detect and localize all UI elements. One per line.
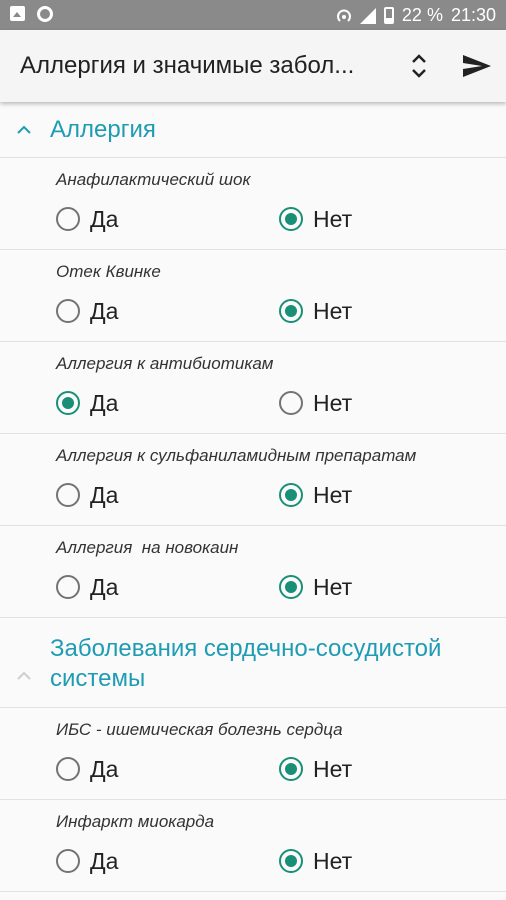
no-label: Нет — [313, 297, 353, 324]
radio-no-option[interactable]: Нет — [279, 570, 352, 604]
no-label: Нет — [313, 847, 353, 874]
question-label: Инфаркт миокарда — [56, 812, 215, 831]
chevron-up-icon[interactable] — [14, 666, 34, 686]
form-content[interactable]: Аллергия Анафилактический шок Да Нет Оте… — [0, 102, 506, 900]
radio-no-option[interactable]: Нет — [279, 844, 352, 878]
section-title-line: системы — [50, 665, 146, 692]
radio-unchecked-icon[interactable] — [56, 299, 80, 323]
radio-checked-icon[interactable] — [56, 391, 80, 415]
radio-yes-option[interactable]: Да — [56, 478, 118, 512]
section-title: Аллергия — [50, 116, 156, 143]
no-label: Нет — [313, 481, 353, 508]
signal-icon — [359, 7, 376, 24]
yes-label: Да — [90, 205, 119, 232]
yes-label: Да — [90, 847, 119, 874]
radio-no-option[interactable]: Нет — [279, 752, 352, 786]
radio-checked-icon[interactable] — [279, 483, 303, 507]
section-header-allergy[interactable]: Аллергия — [0, 102, 506, 158]
question-label: Аллергия на новокаин — [56, 538, 239, 557]
radio-checked-icon[interactable] — [279, 299, 303, 323]
radio-yes-option[interactable]: Да — [56, 844, 118, 878]
no-label: Нет — [313, 573, 353, 600]
section-header-cardio[interactable]: Заболевания сердечно-сосудистой системы — [0, 618, 506, 708]
no-label: Нет — [313, 755, 353, 782]
radio-yes-option[interactable]: Да — [56, 752, 118, 786]
question-row: Аллергия на новокаин Да Нет — [0, 526, 506, 618]
radio-yes-option[interactable]: Да — [56, 294, 118, 328]
battery-icon — [383, 7, 394, 24]
status-notifications — [10, 6, 53, 22]
app-toolbar: Аллергия и значимые забол... — [0, 30, 506, 102]
radio-yes-option[interactable]: Да — [56, 570, 118, 604]
radio-no-option[interactable]: Нет — [279, 202, 352, 236]
radio-no-option[interactable]: Нет — [279, 294, 352, 328]
question-row: Аллергия к сульфаниламидным препаратам Д… — [0, 434, 506, 526]
sort-icon[interactable] — [404, 50, 434, 82]
yes-label: Да — [90, 389, 119, 416]
radio-checked-icon[interactable] — [279, 757, 303, 781]
clock: 21:30 — [450, 5, 496, 25]
question-label: Аллергия к сульфаниламидным препаратам — [56, 446, 417, 465]
radio-unchecked-icon[interactable] — [279, 391, 303, 415]
radio-checked-icon[interactable] — [279, 207, 303, 231]
circle-notification-icon — [37, 6, 53, 22]
yes-label: Да — [90, 481, 119, 508]
radio-unchecked-icon[interactable] — [56, 575, 80, 599]
question-row: Отек Квинке Да Нет — [0, 250, 506, 342]
section-title-line: Заболевания сердечно-сосудистой — [50, 635, 442, 662]
yes-label: Да — [90, 755, 119, 782]
no-label: Нет — [313, 389, 353, 416]
question-label: Отек Квинке — [56, 262, 161, 281]
radio-checked-icon[interactable] — [279, 849, 303, 873]
hotspot-icon — [336, 9, 351, 22]
radio-unchecked-icon[interactable] — [56, 849, 80, 873]
radio-no-option[interactable]: Нет — [279, 386, 352, 420]
chevron-up-icon[interactable] — [14, 120, 34, 140]
question-row: Анафилактический шок Да Нет — [0, 158, 506, 250]
status-right: 22 % 21:30 — [336, 5, 496, 26]
radio-yes-option[interactable]: Да — [56, 386, 118, 420]
question-label: ИБС - ишемическая болезнь сердца — [56, 720, 343, 739]
radio-unchecked-icon[interactable] — [56, 483, 80, 507]
send-icon[interactable] — [460, 50, 494, 82]
yes-label: Да — [90, 573, 119, 600]
battery-percent: 22 % — [401, 5, 443, 25]
question-row: Аллергия к антибиотикам Да Нет — [0, 342, 506, 434]
radio-unchecked-icon[interactable] — [56, 207, 80, 231]
radio-yes-option[interactable]: Да — [56, 202, 118, 236]
status-bar: 22 % 21:30 — [0, 0, 506, 30]
radio-checked-icon[interactable] — [279, 575, 303, 599]
yes-label: Да — [90, 297, 119, 324]
question-row: ИБС - ишемическая болезнь сердца Да Нет — [0, 708, 506, 800]
section-title: Заболевания сердечно-сосудистой системы — [50, 634, 441, 694]
radio-unchecked-icon[interactable] — [56, 757, 80, 781]
page-title: Аллергия и значимые забол... — [20, 52, 355, 79]
question-label: Анафилактический шок — [56, 170, 251, 189]
question-row: Инфаркт миокарда Да Нет — [0, 800, 506, 892]
image-notification-icon — [10, 6, 25, 21]
no-label: Нет — [313, 205, 353, 232]
question-label: Аллергия к антибиотикам — [56, 354, 274, 373]
radio-no-option[interactable]: Нет — [279, 478, 352, 512]
